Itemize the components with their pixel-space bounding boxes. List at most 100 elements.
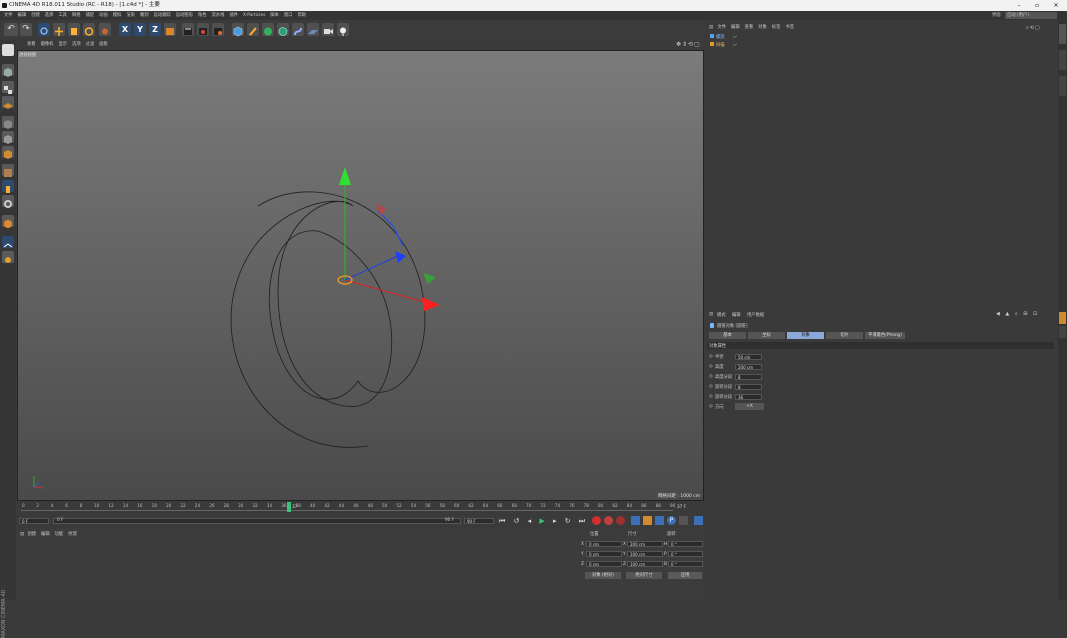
snapping-icon[interactable] (2, 195, 14, 208)
om-menu-bookmarks[interactable]: 书签 (785, 25, 794, 30)
side-tab-objects[interactable] (1059, 24, 1066, 44)
z-axis-lock-icon[interactable]: Z (149, 23, 161, 36)
menu-character[interactable]: 角色 (198, 13, 207, 18)
pos-z-field[interactable]: 0 cm (586, 561, 622, 567)
workplane-icon[interactable] (2, 96, 14, 109)
vp-menu-display[interactable]: 显示 (58, 42, 67, 47)
polygons-mode-icon[interactable] (2, 146, 14, 159)
vp-menu-options[interactable]: 选项 (72, 42, 81, 47)
render-view-icon[interactable] (182, 23, 194, 36)
om-menu-edit[interactable]: 编辑 (731, 25, 740, 30)
enable-axis-icon[interactable] (2, 164, 14, 177)
transport-controls[interactable]: ⏮ ↺ ◂ ▶ ▸ ↻ ⏭ (499, 516, 588, 526)
menu-pipeline[interactable]: 流水线 (212, 13, 225, 18)
edges-mode-icon[interactable] (2, 131, 14, 144)
attr-menu-edit[interactable]: 编辑 (732, 312, 741, 318)
y-axis-lock-icon[interactable]: Y (134, 23, 146, 36)
om-menu-tags[interactable]: 标签 (772, 25, 781, 30)
menu-animate[interactable]: 动画 (99, 13, 108, 18)
z-axis-handle[interactable] (395, 251, 406, 263)
planar-workplane-icon[interactable] (2, 251, 14, 263)
autokey-icon[interactable] (604, 516, 613, 525)
menu-render[interactable]: 渲染 (126, 13, 135, 18)
attr-menu-icon[interactable]: ▤ (709, 312, 713, 317)
mat-menu-texture[interactable]: 纹理 (68, 532, 77, 537)
helix-spline[interactable] (230, 200, 393, 448)
visibility-icon[interactable]: ⁝✓ (733, 35, 738, 40)
key-rotation-icon[interactable] (655, 516, 664, 525)
recent-tool-icon[interactable] (99, 23, 111, 36)
pos-y-field[interactable]: 0 cm (586, 551, 622, 557)
perspective-viewport[interactable] (17, 50, 704, 501)
camera-icon[interactable] (322, 23, 334, 36)
timeline[interactable]: 0 2 4 6 8 10 12 14 16 18 20 22 24 26 28 30 32 34 36 38 40 42 4… (17, 502, 704, 515)
side-tab-attributes[interactable] (1059, 312, 1066, 324)
move-icon[interactable] (53, 23, 65, 36)
size-y-field[interactable]: 100 cm (627, 551, 663, 557)
make-editable-icon[interactable] (2, 44, 14, 56)
subdivision-icon[interactable] (262, 23, 274, 36)
radius-field[interactable]: 50 cm (735, 354, 762, 360)
record-icon[interactable] (592, 516, 601, 525)
key-position-icon[interactable] (631, 516, 640, 525)
side-tab-layers[interactable] (1059, 326, 1066, 338)
points-mode-icon[interactable] (2, 116, 14, 129)
tab-phong[interactable]: 平滑着色(Phong) (865, 332, 905, 339)
key-scale-icon[interactable] (643, 516, 652, 525)
y-axis-handle[interactable] (339, 167, 351, 185)
tab-object[interactable]: 对象 (787, 332, 824, 339)
coordinate-mode-select[interactable]: 对象 (相对) (585, 572, 621, 579)
attr-menu-mode[interactable]: 模式 (717, 312, 726, 318)
vp-menu-view[interactable]: 查看 (27, 42, 36, 47)
viewport-nav-icons[interactable]: ✥⇕⟲▢ (676, 40, 701, 50)
side-tab-content-browser[interactable] (1059, 50, 1066, 70)
object-menu-icon[interactable]: ▤ (709, 25, 713, 30)
vp-menu-panel[interactable]: 面板 (99, 42, 108, 47)
object-name[interactable]: 扫描 (716, 43, 725, 48)
light-icon[interactable] (337, 23, 349, 36)
menu-plugins[interactable]: 插件 (229, 13, 238, 18)
soft-selection-icon[interactable] (2, 215, 14, 228)
mat-menu-edit[interactable]: 编辑 (41, 532, 50, 537)
scale-icon[interactable] (68, 23, 80, 36)
side-tab-structure[interactable] (1059, 76, 1066, 96)
menu-script[interactable]: 脚本 (270, 13, 279, 18)
cube-icon[interactable] (232, 23, 244, 37)
rotation-segments-2-field[interactable]: 36 (735, 394, 762, 400)
height-segments-field[interactable]: 8 (735, 374, 762, 380)
menu-create[interactable]: 创建 (31, 13, 40, 18)
size-x-field[interactable]: 200 cm (627, 541, 663, 547)
menu-sculpt[interactable]: 雕刻 (140, 13, 149, 18)
x-axis-handle[interactable] (422, 297, 440, 311)
menu-file[interactable]: 文件 (4, 13, 13, 18)
rot-p-field[interactable]: 0 ° (668, 551, 703, 557)
menu-mesh[interactable]: 网格 (72, 13, 81, 18)
menu-snap[interactable]: 捕捉 (86, 13, 95, 18)
menu-select[interactable]: 选择 (45, 13, 54, 18)
menu-mograph[interactable]: 运动图形 (176, 13, 193, 18)
key-parameter-icon[interactable]: P (667, 516, 676, 525)
apply-button[interactable]: 应用 (668, 572, 702, 579)
menu-edit[interactable]: 编辑 (18, 13, 27, 18)
material-menu-icon[interactable]: ▤ (20, 532, 24, 537)
timeline-playhead[interactable] (287, 502, 291, 512)
menu-window[interactable]: 窗口 (284, 13, 293, 18)
attr-nav-icons[interactable]: ◀ ▲ ⌕ ⊞ ⊡ (996, 311, 1039, 317)
pen-icon[interactable] (247, 23, 259, 36)
rotation-segments-field[interactable]: 8 (735, 384, 762, 390)
om-menu-objects[interactable]: 对象 (758, 25, 767, 30)
size-z-field[interactable]: 100 cm (627, 561, 663, 567)
om-menu-view[interactable]: 查看 (745, 25, 754, 30)
maximize-icon[interactable]: ▫ (1031, 0, 1043, 11)
texture-mode-icon[interactable] (2, 81, 14, 94)
workplane-lock-icon[interactable] (2, 236, 14, 248)
render-picture-viewer-icon[interactable] (197, 23, 209, 36)
mat-menu-function[interactable]: 功能 (55, 532, 64, 537)
visibility-icon[interactable]: ⁝✓ (733, 43, 738, 48)
model-mode-icon[interactable] (2, 64, 14, 77)
coordinate-system-icon[interactable] (164, 23, 176, 36)
start-frame-field[interactable]: 0 F (19, 518, 49, 524)
render-settings-icon[interactable] (212, 23, 224, 36)
pos-x-field[interactable]: 0 cm (586, 541, 622, 547)
menu-xparticles[interactable]: X-Particles (243, 13, 265, 18)
